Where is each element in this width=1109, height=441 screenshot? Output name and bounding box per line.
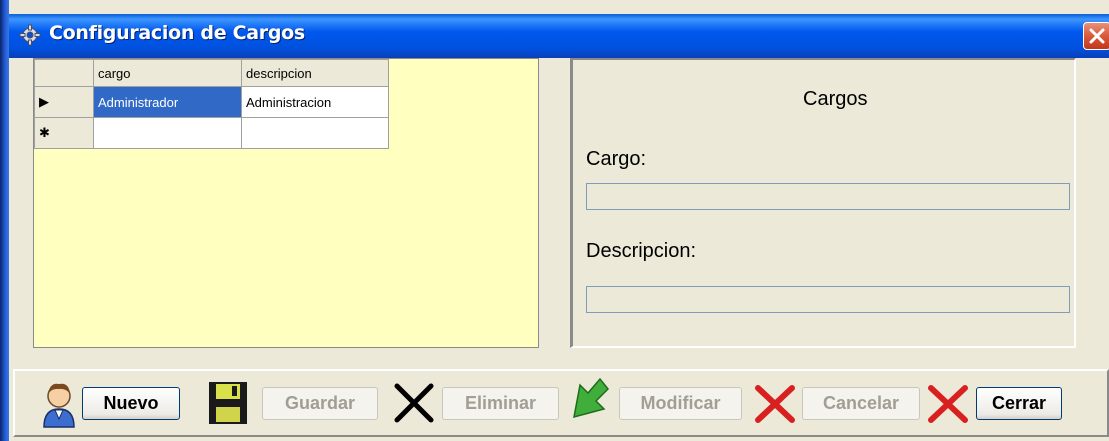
descripcion-label: Descripcion:	[586, 240, 697, 262]
save-icon	[208, 381, 248, 430]
table-row[interactable]: ▶ Administrador Administracion	[34, 86, 389, 118]
cell-cargo-new[interactable]	[93, 117, 242, 149]
grid-header-row: cargo descripcion	[34, 59, 389, 87]
close-button[interactable]	[1083, 22, 1109, 50]
toolbar: Nuevo Guardar Eliminar Modificar Cancela…	[13, 369, 1109, 437]
current-row-icon[interactable]: ▶	[34, 86, 94, 118]
column-header-cargo[interactable]: cargo	[93, 59, 242, 87]
close-x-icon	[926, 383, 970, 430]
eliminar-button[interactable]: Eliminar	[442, 387, 559, 420]
cerrar-button[interactable]: Cerrar	[976, 387, 1062, 420]
descripcion-field[interactable]	[586, 286, 1070, 313]
grid-table: cargo descripcion ▶ Administrador Admini…	[34, 59, 389, 149]
delete-x-icon	[392, 381, 436, 430]
edit-arrow-icon	[570, 377, 612, 430]
guardar-button[interactable]: Guardar	[262, 387, 378, 420]
cancel-x-icon	[753, 383, 797, 430]
column-header-descripcion[interactable]: descripcion	[241, 59, 389, 87]
gear-icon	[19, 24, 41, 46]
cell-descripcion-new[interactable]	[241, 117, 389, 149]
window-title: Configuracion de Cargos	[49, 22, 305, 44]
form-panel: Cargos Cargo: Descripcion:	[570, 58, 1076, 348]
data-grid[interactable]: cargo descripcion ▶ Administrador Admini…	[33, 58, 539, 348]
modificar-button[interactable]: Modificar	[619, 387, 742, 420]
cargo-field[interactable]	[586, 183, 1070, 210]
new-row-icon[interactable]: ✱	[34, 117, 94, 149]
window: Configuracion de Cargos cargo descripcio…	[0, 0, 1109, 441]
title-bar[interactable]: Configuracion de Cargos	[9, 14, 1109, 58]
window-left-border	[0, 0, 9, 441]
user-icon	[41, 379, 77, 434]
form-title: Cargos	[803, 88, 868, 110]
nuevo-button[interactable]: Nuevo	[82, 387, 180, 420]
cell-cargo[interactable]: Administrador	[93, 86, 242, 118]
table-row-new[interactable]: ✱	[34, 117, 389, 149]
cargo-label: Cargo:	[586, 148, 647, 170]
close-icon	[1089, 28, 1105, 44]
cell-descripcion[interactable]: Administracion	[241, 86, 389, 118]
cancelar-button[interactable]: Cancelar	[802, 387, 920, 420]
row-header-corner	[34, 59, 94, 87]
